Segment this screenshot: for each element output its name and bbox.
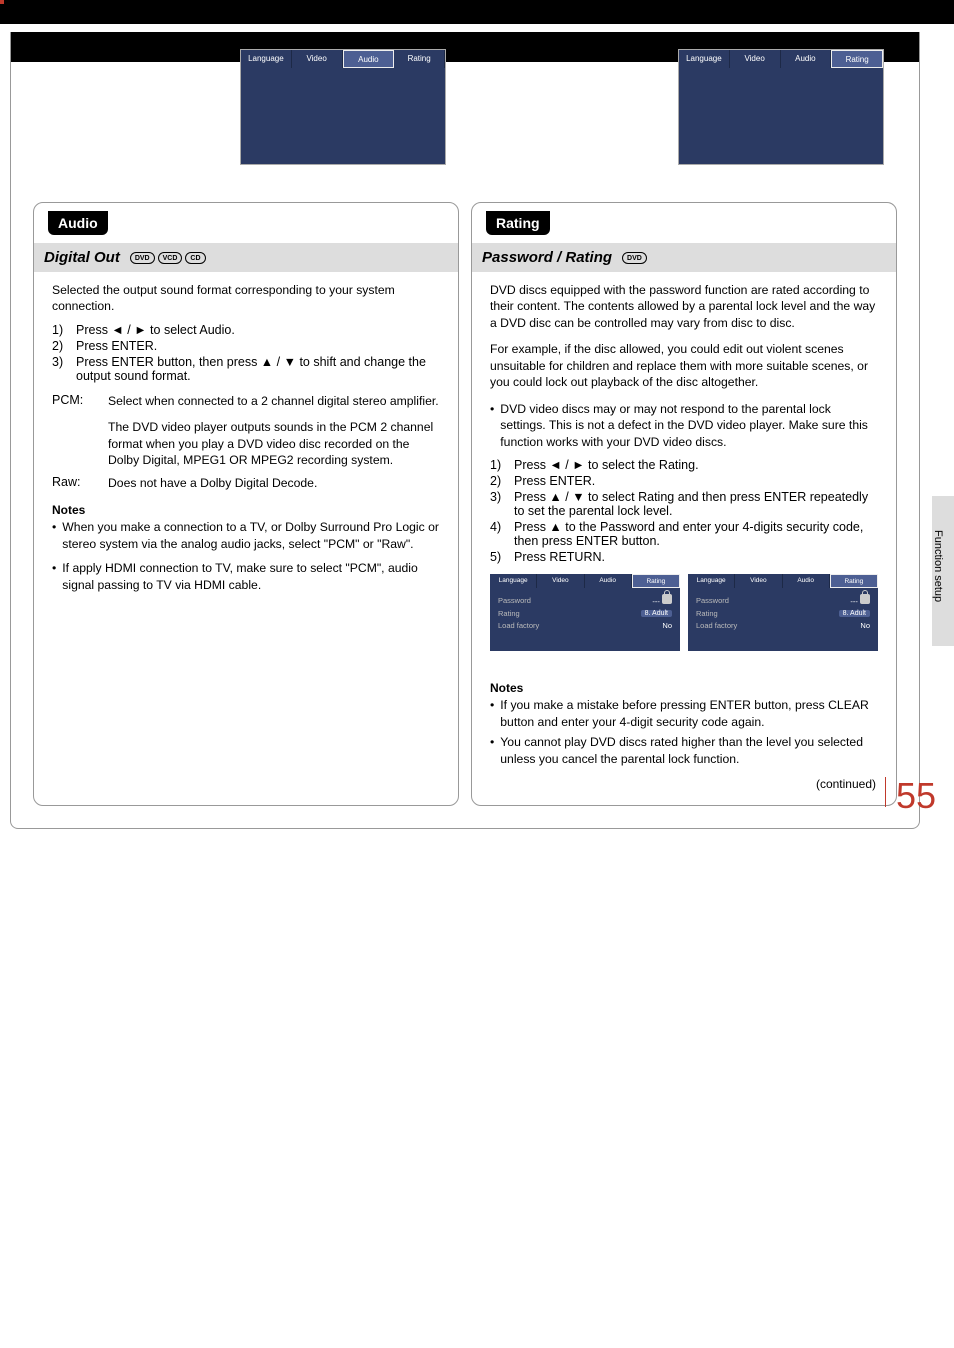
banner-title: Password / Rating xyxy=(482,249,612,266)
banner-title: Digital Out xyxy=(44,249,120,266)
osd-screenshots: Language Video Audio Rating Password--- … xyxy=(490,574,878,651)
media-badges: DVD VCD CD xyxy=(130,252,206,264)
osd-screenshot: Language Video Audio Rating Password--- … xyxy=(688,574,878,651)
osd-tab-active: Rating xyxy=(830,574,878,588)
osd-tab-active: Rating xyxy=(632,574,680,588)
step-num: 2) xyxy=(490,474,508,488)
badge-dvd: DVD xyxy=(622,252,647,264)
notes-list: If you make a mistake before pressing EN… xyxy=(490,697,878,767)
steps-list: 1) Press ◄ / ► to select the Rating. 2) Pr… xyxy=(490,458,878,564)
kv-value: Does not have a Dolby Digital Decode. xyxy=(108,475,440,491)
banner-password-rating: Password / Rating DVD xyxy=(472,243,896,272)
step-text: Press ENTER button, then press ▲ / ▼ to … xyxy=(76,355,440,383)
osd-tab: Video xyxy=(537,574,584,588)
osd-value: --- xyxy=(652,597,660,606)
section-tab-rating: Rating xyxy=(486,211,550,235)
bullet-text: DVD video discs may or may not respond t… xyxy=(500,401,878,450)
step-num: 5) xyxy=(490,550,508,564)
note-text: When you make a connection to a TV, or D… xyxy=(62,519,440,552)
osd-tab-active: Audio xyxy=(343,50,395,68)
osd-tab-active: Rating xyxy=(831,50,883,68)
note-text: If you make a mistake before pressing EN… xyxy=(500,697,878,730)
notes-heading: Notes xyxy=(52,503,440,517)
osd-label: Rating xyxy=(696,609,718,618)
osd-screenshot: Language Video Audio Rating Password--- … xyxy=(490,574,680,651)
badge-cd: CD xyxy=(185,252,205,264)
step-num: 1) xyxy=(52,323,70,337)
step-text: Press ENTER. xyxy=(514,474,595,488)
step-num: 2) xyxy=(52,339,70,353)
kv-value-extra: The DVD video player outputs sounds in t… xyxy=(108,419,440,468)
step-text: Press ENTER. xyxy=(76,339,157,353)
lock-icon xyxy=(662,594,672,604)
osd-label: Load factory xyxy=(696,621,737,630)
osd-label: Password xyxy=(498,596,531,605)
osd-tab: Language xyxy=(679,50,730,68)
osd-value: 8. Adult xyxy=(839,610,870,617)
intro-text: Selected the output sound format corresp… xyxy=(52,282,440,315)
column-audio: Language Video Audio Rating Audio Digita… xyxy=(33,202,459,806)
bullet-list: DVD video discs may or may not respond t… xyxy=(490,401,878,450)
notes-heading: Notes xyxy=(490,681,878,695)
lock-icon xyxy=(860,594,870,604)
section-tab-audio: Audio xyxy=(48,211,108,235)
step-text: Press ▲ / ▼ to select Rating and then pr… xyxy=(514,490,878,518)
notes-list: When you make a connection to a TV, or D… xyxy=(52,519,440,593)
page-number-divider xyxy=(885,777,886,807)
para-text: DVD discs equipped with the password fun… xyxy=(490,282,878,331)
note-text: You cannot play DVD discs rated higher t… xyxy=(500,734,878,767)
osd-value: No xyxy=(662,621,672,630)
osd-tab: Audio xyxy=(783,574,830,588)
osd-tab: Language xyxy=(241,50,292,68)
continued-label: (continued) xyxy=(490,777,878,791)
step-text: Press ◄ / ► to select the Rating. xyxy=(514,458,699,472)
osd-tab: Language xyxy=(490,574,537,588)
osd-tab: Video xyxy=(292,50,343,68)
osd-value: --- xyxy=(850,597,858,606)
osd-preview-audio: Language Video Audio Rating xyxy=(240,49,446,165)
banner-digital-out: Digital Out DVD VCD CD xyxy=(34,243,458,272)
step-text: Press ◄ / ► to select Audio. xyxy=(76,323,235,337)
step-num: 3) xyxy=(52,355,70,383)
kv-key: PCM: xyxy=(52,393,108,469)
kv-key: Raw: xyxy=(52,475,108,491)
steps-list: 1) Press ◄ / ► to select Audio. 2) Press E… xyxy=(52,323,440,383)
osd-tab: Video xyxy=(730,50,781,68)
para-text: For example, if the disc allowed, you co… xyxy=(490,341,878,390)
osd-value: No xyxy=(860,621,870,630)
osd-label: Password xyxy=(696,596,729,605)
side-tab: Function setup xyxy=(932,496,954,646)
osd-tab: Rating xyxy=(394,50,445,68)
osd-label: Load factory xyxy=(498,621,539,630)
column-rating: Language Video Audio Rating Rating Passw… xyxy=(471,202,897,806)
step-num: 3) xyxy=(490,490,508,518)
note-text: If apply HDMI connection to TV, make sur… xyxy=(62,560,440,593)
osd-value: 8. Adult xyxy=(641,610,672,617)
media-badges: DVD xyxy=(622,252,647,264)
step-text: Press RETURN. xyxy=(514,550,605,564)
page-number: 55 xyxy=(896,775,936,817)
osd-preview-rating: Language Video Audio Rating xyxy=(678,49,884,165)
osd-tab: Video xyxy=(735,574,782,588)
osd-tab: Audio xyxy=(781,50,832,68)
osd-tab: Audio xyxy=(585,574,632,588)
page-frame: Language Video Audio Rating Audio Digita… xyxy=(10,32,920,829)
step-text: Press ▲ to the Password and enter your 4… xyxy=(514,520,878,548)
osd-label: Rating xyxy=(498,609,520,618)
step-num: 1) xyxy=(490,458,508,472)
osd-tab: Language xyxy=(688,574,735,588)
step-num: 4) xyxy=(490,520,508,548)
top-black-bar xyxy=(0,0,954,24)
side-tab-label: Function setup xyxy=(932,496,944,602)
badge-vcd: VCD xyxy=(158,252,183,264)
kv-value: Select when connected to a 2 channel dig… xyxy=(108,393,440,409)
badge-dvd: DVD xyxy=(130,252,155,264)
